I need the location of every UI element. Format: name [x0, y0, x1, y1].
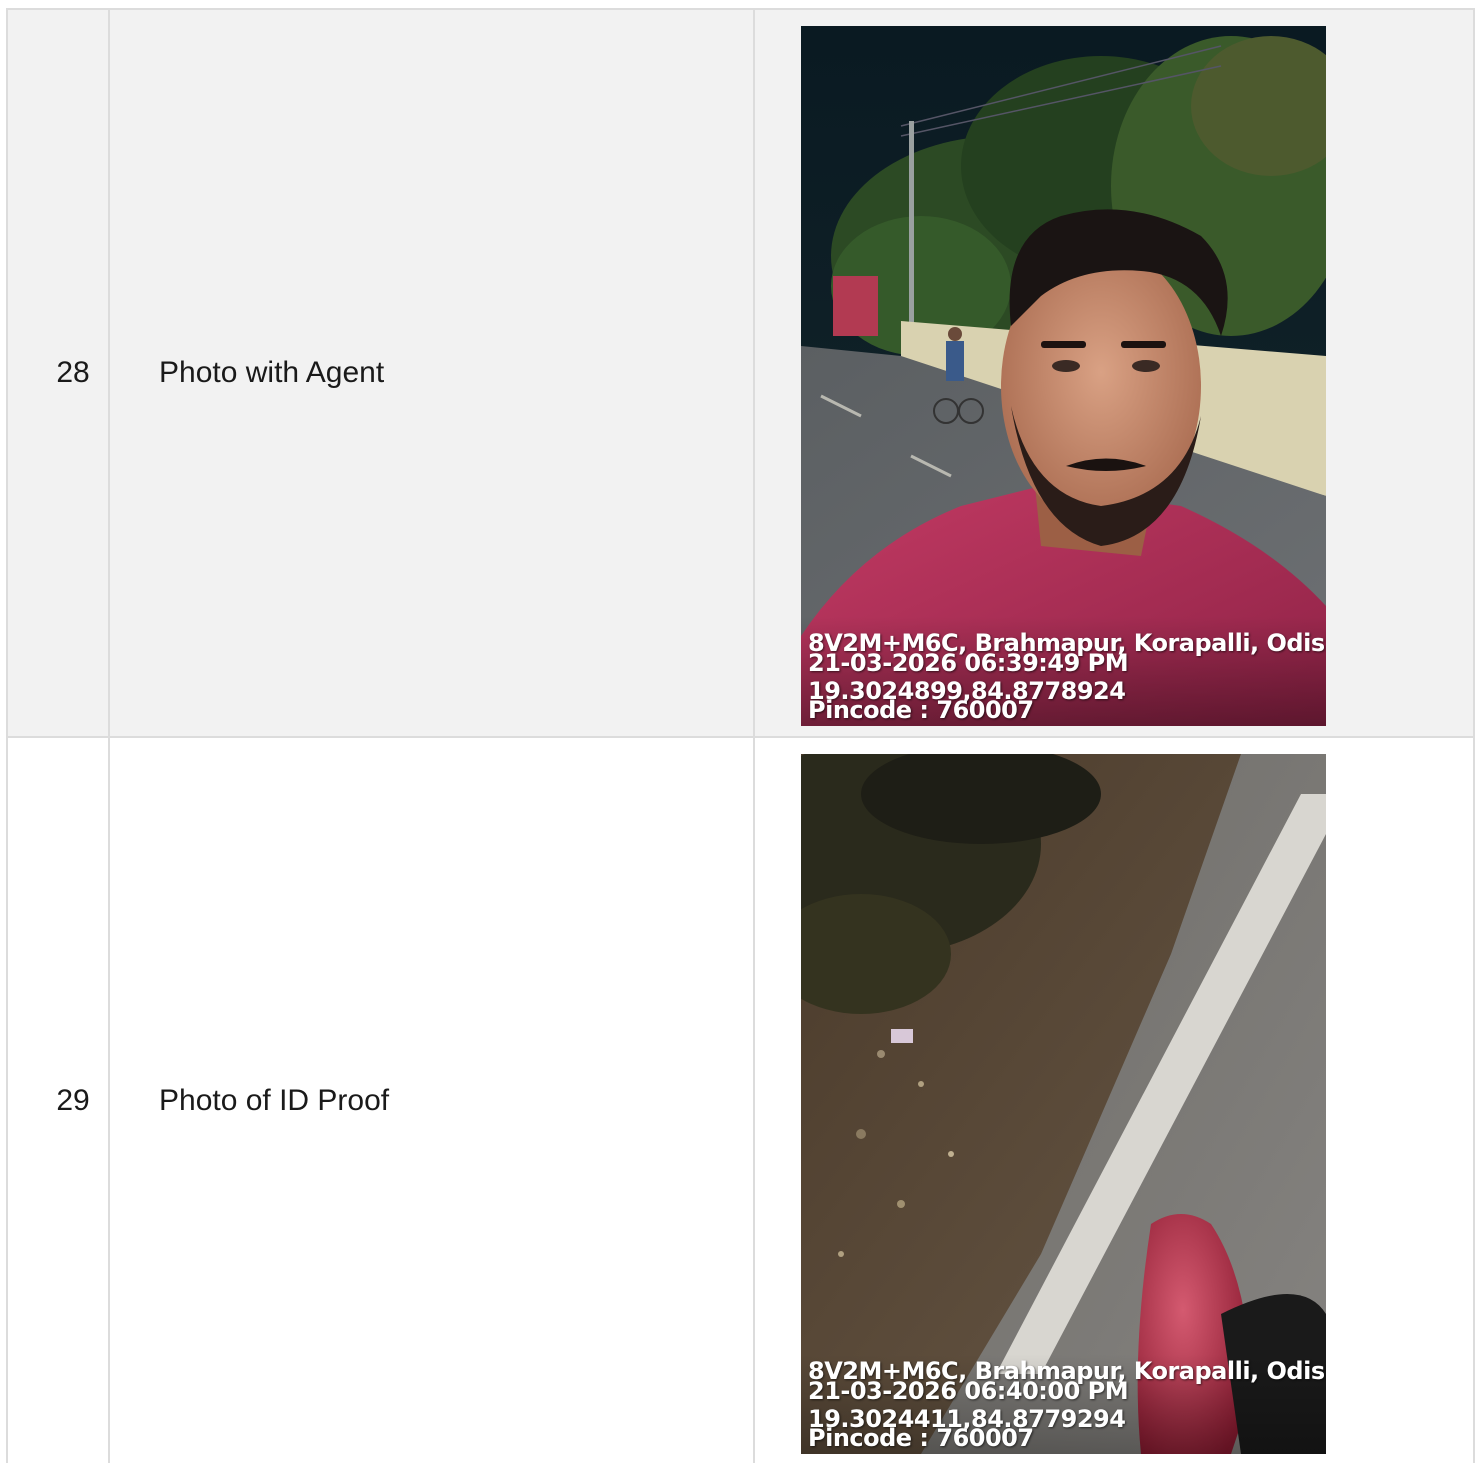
photo-with-agent-image[interactable]: 8V2M+M6C, Brahmapur, Korapalli, Odisha 7… — [801, 26, 1326, 726]
photo-cell: 8V2M+M6C, Brahmapur, Korapalli, Odisha 7… — [755, 738, 1475, 1463]
photo-table: 28 Photo with Agent 8V2M+M6C, Brahmapur,… — [6, 8, 1475, 1463]
photo-geotag-overlay: 8V2M+M6C, Brahmapur, Korapalli, Odisha 7… — [808, 1359, 1326, 1451]
table-row: 28 Photo with Agent 8V2M+M6C, Brahmapur,… — [8, 10, 1475, 738]
row-number: 28 — [8, 10, 110, 736]
road-photo-graphic — [801, 754, 1326, 1454]
photo-cell: 8V2M+M6C, Brahmapur, Korapalli, Odisha 7… — [755, 10, 1475, 736]
table-row: 29 Photo of ID Proof 8V2M+M6C, Brahmapur… — [8, 738, 1475, 1463]
row-label: Photo of ID Proof — [110, 738, 755, 1463]
photo-of-id-proof-image[interactable]: 8V2M+M6C, Brahmapur, Korapalli, Odisha 7… — [801, 754, 1326, 1454]
photo-geotag-overlay: 8V2M+M6C, Brahmapur, Korapalli, Odisha 7… — [808, 631, 1326, 723]
row-label: Photo with Agent — [110, 10, 755, 736]
selfie-photo-graphic — [801, 26, 1326, 726]
row-number: 29 — [8, 738, 110, 1463]
